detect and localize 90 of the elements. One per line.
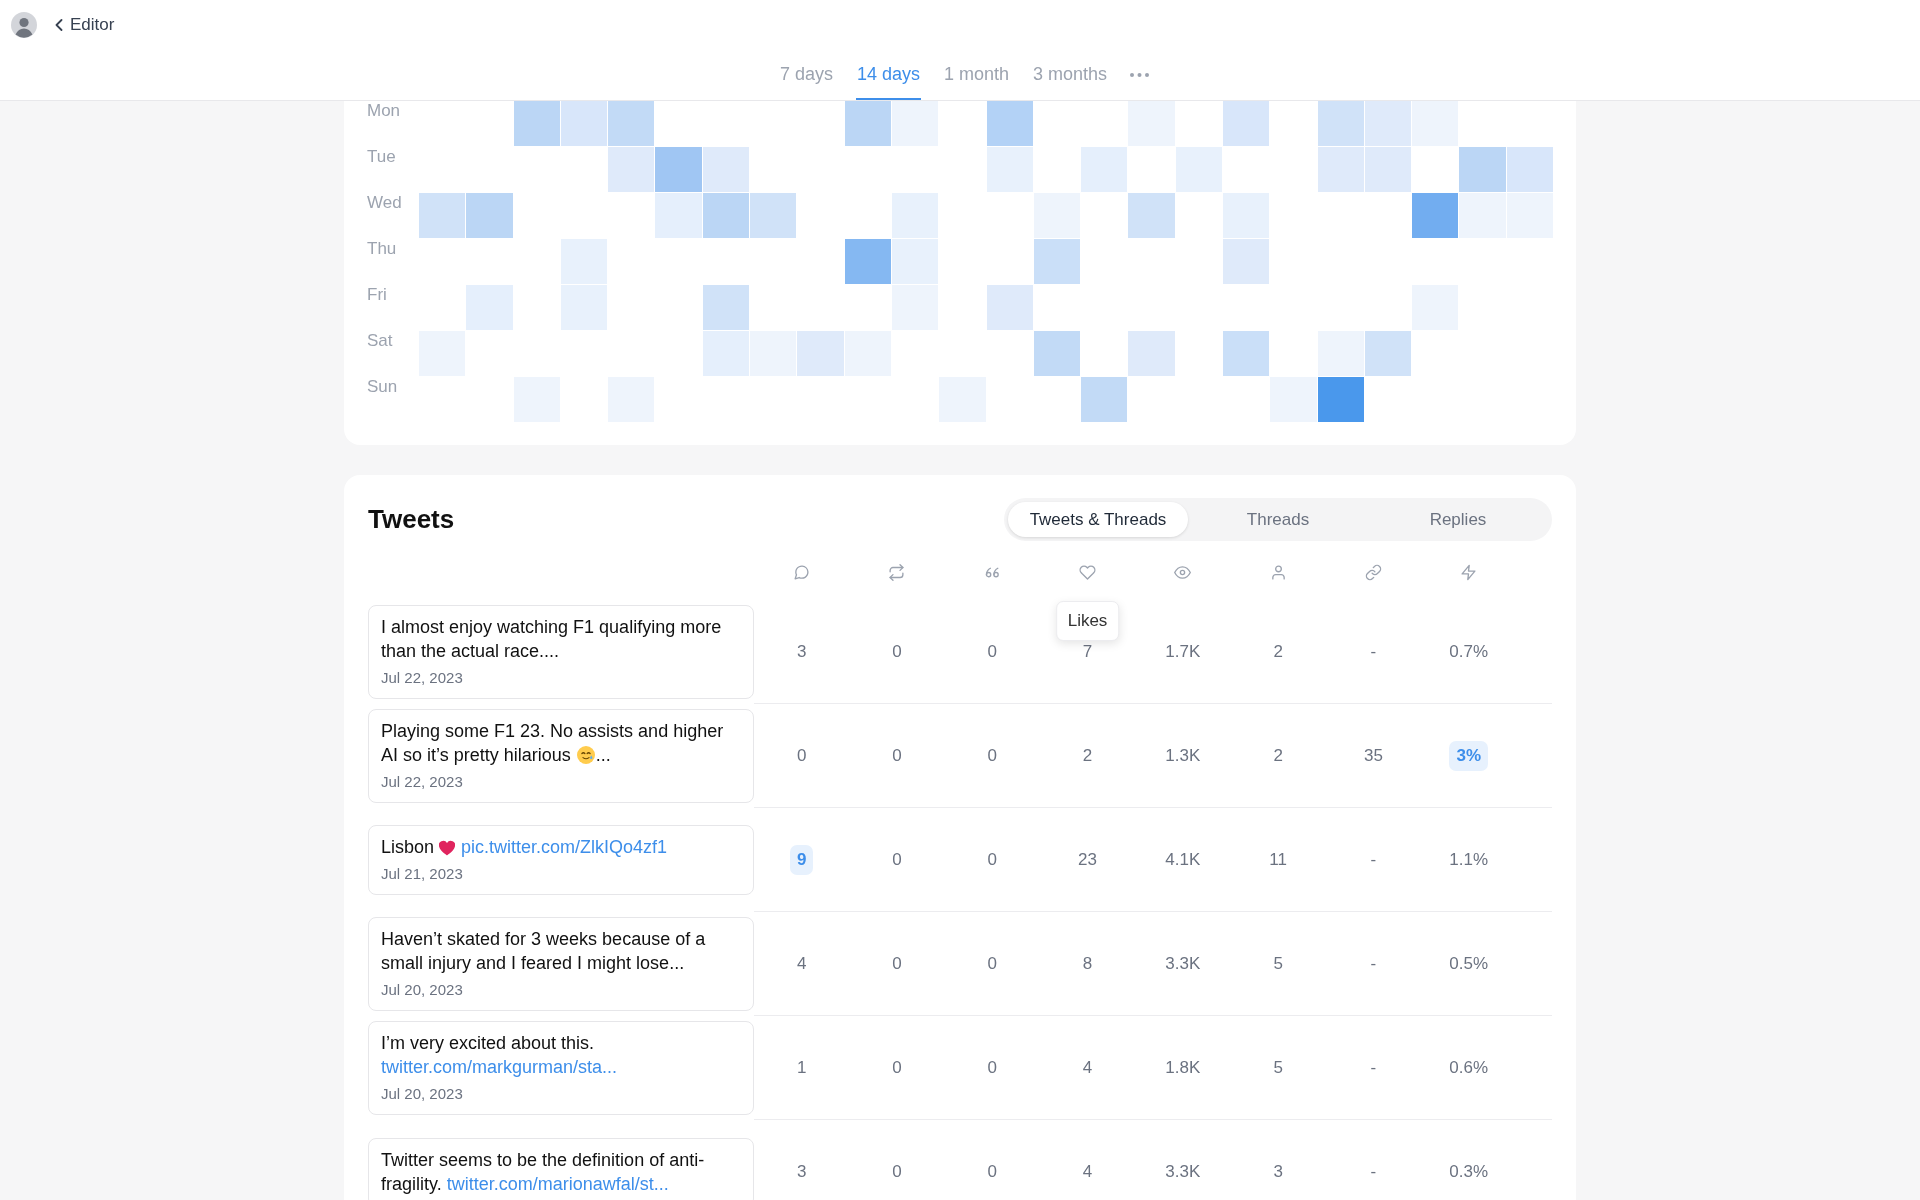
stat-value: 23 — [1078, 849, 1097, 870]
period-tab[interactable]: 1 month — [943, 50, 1011, 100]
stat-value: 3 — [1273, 1161, 1283, 1182]
stat-value: 1.7K — [1165, 641, 1201, 662]
stat-value: - — [1370, 1057, 1377, 1078]
stat-value: 4 — [1082, 1057, 1093, 1078]
stat-value: 0 — [892, 1057, 902, 1078]
stat-value: 11 — [1269, 849, 1287, 870]
stat-value: 0 — [892, 1161, 902, 1182]
stat-value: - — [1370, 1161, 1377, 1182]
stat-value: 5 — [1273, 953, 1283, 974]
stat-value: 3 — [796, 641, 807, 662]
stat-value: 0 — [892, 849, 902, 870]
avatar[interactable] — [11, 12, 37, 38]
back-button[interactable]: Editor — [55, 15, 115, 35]
tweet-link[interactable]: twitter.com/marionawfal/st... — [446, 1173, 669, 1194]
tweet-date: Jul 22, 2023 — [381, 668, 464, 688]
chevron-left-icon — [55, 19, 63, 31]
stat-value: 3.3K — [1165, 953, 1201, 974]
stat-value: 0 — [987, 745, 997, 766]
stat-value: 4 — [796, 953, 807, 974]
stat-value: 2 — [1273, 641, 1283, 662]
stat-value: 2 — [1082, 745, 1093, 766]
stat-value: - — [1370, 849, 1377, 870]
speech-bubble-icon — [793, 563, 811, 581]
tweet-date: Jul 20, 2023 — [381, 980, 464, 1000]
day-label: Fri — [367, 285, 387, 305]
day-label: Thu — [367, 239, 397, 259]
stat-value: 0 — [796, 745, 807, 766]
stat-value: 5 — [1273, 1057, 1283, 1078]
day-label: Sat — [367, 331, 393, 351]
tweet-text: Playing some F1 23. No assists and higher AI so it’s pretty hilarious ... — [381, 720, 725, 767]
stat-value: 4.1K — [1165, 849, 1201, 870]
tweet-date: Jul 20, 2023 — [381, 1084, 464, 1104]
filter-tab[interactable]: Replies — [1368, 502, 1548, 537]
day-label: Mon — [367, 101, 401, 121]
stat-value: 7 — [1082, 641, 1093, 662]
stat-value: 2 — [1273, 745, 1283, 766]
tooltip: Likes — [1055, 601, 1120, 641]
tweet-text: Lisbon pic.twitter.com/ZlkIQo4zf1 — [381, 836, 669, 859]
more-icon[interactable] — [1130, 73, 1150, 77]
stat-value: 3% — [1449, 740, 1488, 771]
smiling-tear-face-icon — [576, 746, 595, 764]
stat-value: 0 — [987, 641, 997, 662]
stat-value: 8 — [1082, 953, 1093, 974]
stat-value: 0.6% — [1449, 1057, 1489, 1078]
tweet-text: I almost enjoy watching F1 qualifying more than the actual race.... — [381, 616, 723, 663]
stat-value: 1.1% — [1449, 849, 1489, 870]
stat-value: 9 — [789, 844, 814, 875]
stat-value: - — [1370, 641, 1377, 662]
stat-value: 0 — [987, 849, 997, 870]
stat-value: 3.3K — [1165, 1161, 1201, 1182]
period-tab[interactable]: 3 months — [1032, 50, 1109, 100]
person-icon — [1269, 563, 1287, 581]
tweet-text: I’m very excited about this. twitter.com/markgurman/sta... — [381, 1032, 619, 1079]
stat-value: 35 — [1363, 745, 1383, 766]
tweet-date: Jul 21, 2023 — [381, 864, 464, 884]
stat-value: 0 — [987, 1057, 997, 1078]
stat-value: 1.8K — [1165, 1057, 1201, 1078]
link-icon — [1364, 563, 1382, 581]
stat-value: 1.3K — [1165, 745, 1201, 766]
stat-value: 0 — [892, 641, 902, 662]
eye-icon — [1174, 563, 1192, 581]
stat-value: - — [1370, 953, 1377, 974]
tweet-link[interactable]: twitter.com/markgurman/sta... — [381, 1057, 618, 1077]
tweet-text: Twitter seems to be the definition of anti-fragility. twitter.com/marionawfal/st... — [381, 1148, 706, 1196]
stat-value: 0 — [892, 953, 902, 974]
heart-icon — [1079, 563, 1097, 581]
day-label: Sun — [367, 377, 398, 397]
repost-arrows-icon — [888, 563, 906, 581]
day-label: Tue — [367, 147, 396, 167]
tweet-text: Haven’t skated for 3 weeks because of a small injury and I feared I might lose... — [381, 928, 707, 975]
heart-icon — [439, 840, 456, 856]
stat-value: 0.7% — [1449, 641, 1489, 662]
stat-value: 0 — [987, 953, 997, 974]
stat-value: 0.3% — [1449, 1161, 1489, 1182]
stat-value: 0.5% — [1449, 953, 1489, 974]
stat-value: 3 — [796, 1161, 807, 1182]
lightning-bolt-icon — [1460, 563, 1478, 581]
stat-value: 1 — [796, 1057, 807, 1078]
tweet-link[interactable]: pic.twitter.com/ZlkIQo4zf1 — [461, 837, 668, 857]
tweet-date: Jul 22, 2023 — [381, 772, 464, 792]
stat-value: 0 — [987, 1161, 997, 1182]
day-label: Wed — [367, 193, 402, 213]
stat-value: 4 — [1082, 1161, 1093, 1182]
period-tab[interactable]: 7 days — [778, 50, 834, 100]
stat-value: 0 — [892, 745, 902, 766]
filter-tab[interactable]: Tweets & Threads — [1008, 502, 1188, 537]
filter-tab[interactable]: Threads — [1188, 502, 1368, 537]
section-title: Tweets — [368, 504, 455, 535]
